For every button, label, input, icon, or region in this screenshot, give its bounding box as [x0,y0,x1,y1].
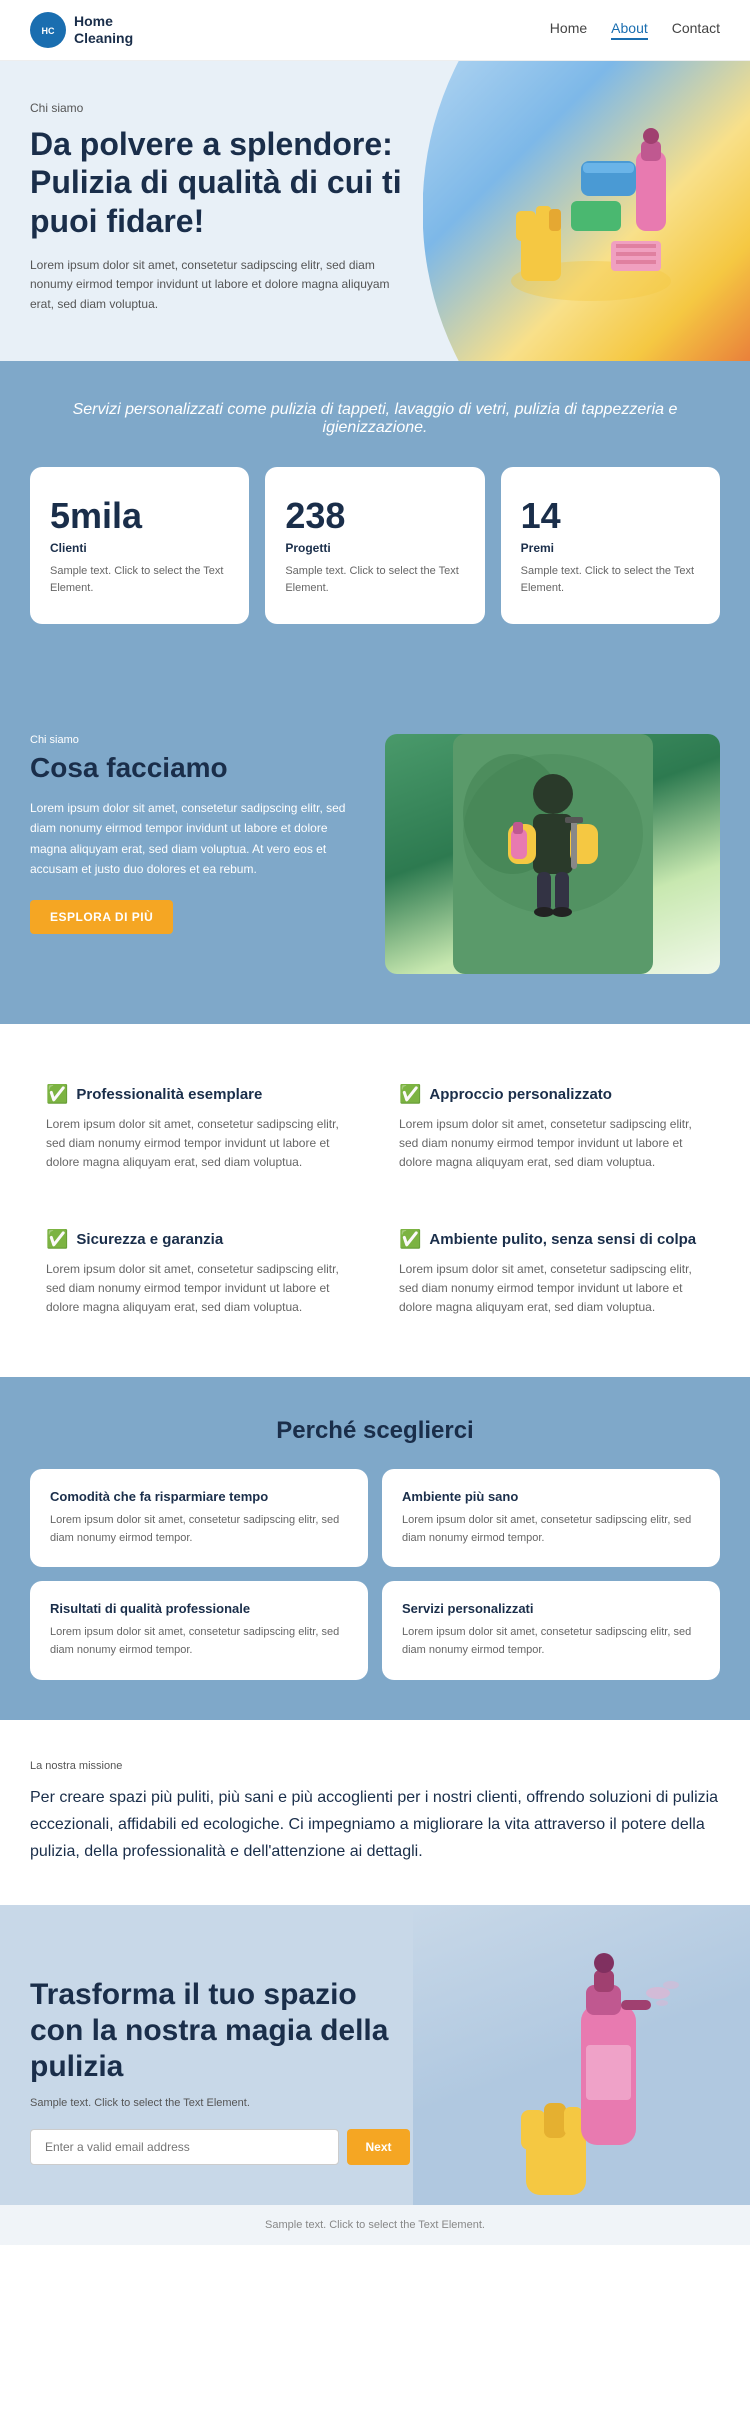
stat-label-2: Premi [521,541,700,555]
stat-label-0: Clienti [50,541,229,555]
cta-form: Next [30,2129,410,2165]
hero-title: Da polvere a splendore: Pulizia di quali… [30,125,410,240]
perche-title: Perché sceglierci [30,1417,720,1445]
cosa-title: Cosa facciamo [30,752,365,784]
cosa-inner: Chi siamo Cosa facciamo Lorem ipsum dolo… [30,734,720,974]
stats-section: Servizi personalizzati come pulizia di t… [0,361,750,664]
feature-title-3: Ambiente pulito, senza sensi di colpa [429,1231,696,1248]
perche-card-0: Comodità che fa risparmiare tempo Lorem … [30,1469,368,1567]
cta-desc: Sample text. Click to select the Text El… [30,2097,410,2109]
perche-card-1: Ambiente più sano Lorem ipsum dolor sit … [382,1469,720,1567]
hero-tag: Chi siamo [30,101,410,115]
missione-section: La nostra missione Per creare spazi più … [0,1720,750,1906]
cta-content: Trasforma il tuo spazio con la nostra ma… [30,1977,410,2165]
stats-cards: 5mila Clienti Sample text. Click to sele… [30,467,720,624]
stats-tagline: Servizi personalizzati come pulizia di t… [30,401,720,437]
cosa-content: Chi siamo Cosa facciamo Lorem ipsum dolo… [30,734,365,974]
feature-desc-3: Lorem ipsum dolor sit amet, consetetur s… [399,1260,704,1318]
email-input[interactable] [30,2129,339,2165]
cosa-desc: Lorem ipsum dolor sit amet, consetetur s… [30,798,365,880]
nav-home[interactable]: Home [550,20,587,40]
stat-number-0: 5mila [50,495,229,537]
stat-card-2: 14 Premi Sample text. Click to select th… [501,467,720,624]
feature-desc-0: Lorem ipsum dolor sit amet, consetetur s… [46,1115,351,1173]
feature-title-row-0: ✅ Professionalità esemplare [46,1084,351,1105]
perche-grid: Comodità che fa risparmiare tempo Lorem … [30,1469,720,1679]
hero-desc: Lorem ipsum dolor sit amet, consetetur s… [30,256,410,314]
features-section: ✅ Professionalità esemplare Lorem ipsum … [0,1024,750,1377]
svg-text:HC: HC [42,26,55,36]
missione-tag: La nostra missione [30,1760,720,1772]
check-icon-1: ✅ [399,1084,421,1105]
check-icon-2: ✅ [46,1229,68,1250]
navbar: HC Home Cleaning Home About Contact [0,0,750,61]
logo: HC Home Cleaning [30,12,133,48]
perche-card-3: Servizi personalizzati Lorem ipsum dolor… [382,1581,720,1679]
submit-button[interactable]: Next [347,2129,409,2165]
cosa-section: Chi siamo Cosa facciamo Lorem ipsum dolo… [0,694,750,1024]
perche-card-title-0: Comodità che fa risparmiare tempo [50,1489,348,1504]
stat-card-0: 5mila Clienti Sample text. Click to sele… [30,467,249,624]
hero-section: Chi siamo Da polvere a splendore: Pulizi… [0,61,750,361]
nav-about[interactable]: About [611,20,648,40]
feature-card-0: ✅ Professionalità esemplare Lorem ipsum … [30,1064,367,1193]
stat-label-1: Progetti [285,541,464,555]
features-grid: ✅ Professionalità esemplare Lorem ipsum … [30,1064,720,1337]
esplora-button[interactable]: ESPLORA DI PIÙ [30,900,173,934]
perche-card-title-1: Ambiente più sano [402,1489,700,1504]
check-icon-3: ✅ [399,1229,421,1250]
hero-image [423,61,750,361]
feature-title-row-3: ✅ Ambiente pulito, senza sensi di colpa [399,1229,704,1250]
stat-desc-2: Sample text. Click to select the Text El… [521,563,700,596]
brand-name: Home Cleaning [74,13,133,47]
stat-desc-0: Sample text. Click to select the Text El… [50,563,229,596]
cta-section: Trasforma il tuo spazio con la nostra ma… [0,1905,750,2205]
spacer-1 [0,664,750,694]
feature-title-2: Sicurezza e garanzia [76,1231,223,1248]
cta-image [413,1905,750,2205]
perche-card-2: Risultati di qualità professionale Lorem… [30,1581,368,1679]
perche-card-desc-3: Lorem ipsum dolor sit amet, consetetur s… [402,1624,700,1659]
feature-desc-2: Lorem ipsum dolor sit amet, consetetur s… [46,1260,351,1318]
feature-title-1: Approccio personalizzato [429,1086,612,1103]
hero-content: Chi siamo Da polvere a splendore: Pulizi… [30,101,410,314]
perche-card-title-3: Servizi personalizzati [402,1601,700,1616]
perche-card-title-2: Risultati di qualità professionale [50,1601,348,1616]
hero-image-visual [423,61,750,361]
stat-number-2: 14 [521,495,700,537]
missione-text: Per creare spazi più puliti, più sani e … [30,1784,720,1866]
feature-card-3: ✅ Ambiente pulito, senza sensi di colpa … [383,1209,720,1338]
nav-contact[interactable]: Contact [672,20,720,40]
feature-desc-1: Lorem ipsum dolor sit amet, consetetur s… [399,1115,704,1173]
logo-icon: HC [30,12,66,48]
stat-number-1: 238 [285,495,464,537]
perche-card-desc-1: Lorem ipsum dolor sit amet, consetetur s… [402,1512,700,1547]
feature-title-row-1: ✅ Approccio personalizzato [399,1084,704,1105]
perche-card-desc-0: Lorem ipsum dolor sit amet, consetetur s… [50,1512,348,1547]
nav-links: Home About Contact [550,20,720,40]
check-icon-0: ✅ [46,1084,68,1105]
cta-title: Trasforma il tuo spazio con la nostra ma… [30,1977,410,2085]
perche-section: Perché sceglierci Comodità che fa rispar… [0,1377,750,1719]
feature-card-2: ✅ Sicurezza e garanzia Lorem ipsum dolor… [30,1209,367,1338]
perche-card-desc-2: Lorem ipsum dolor sit amet, consetetur s… [50,1624,348,1659]
feature-title-row-2: ✅ Sicurezza e garanzia [46,1229,351,1250]
stat-card-1: 238 Progetti Sample text. Click to selec… [265,467,484,624]
cosa-tag: Chi siamo [30,734,365,746]
footer-sample: Sample text. Click to select the Text El… [0,2205,750,2245]
cosa-image [385,734,720,974]
feature-title-0: Professionalità esemplare [76,1086,262,1103]
feature-card-1: ✅ Approccio personalizzato Lorem ipsum d… [383,1064,720,1193]
stat-desc-1: Sample text. Click to select the Text El… [285,563,464,596]
